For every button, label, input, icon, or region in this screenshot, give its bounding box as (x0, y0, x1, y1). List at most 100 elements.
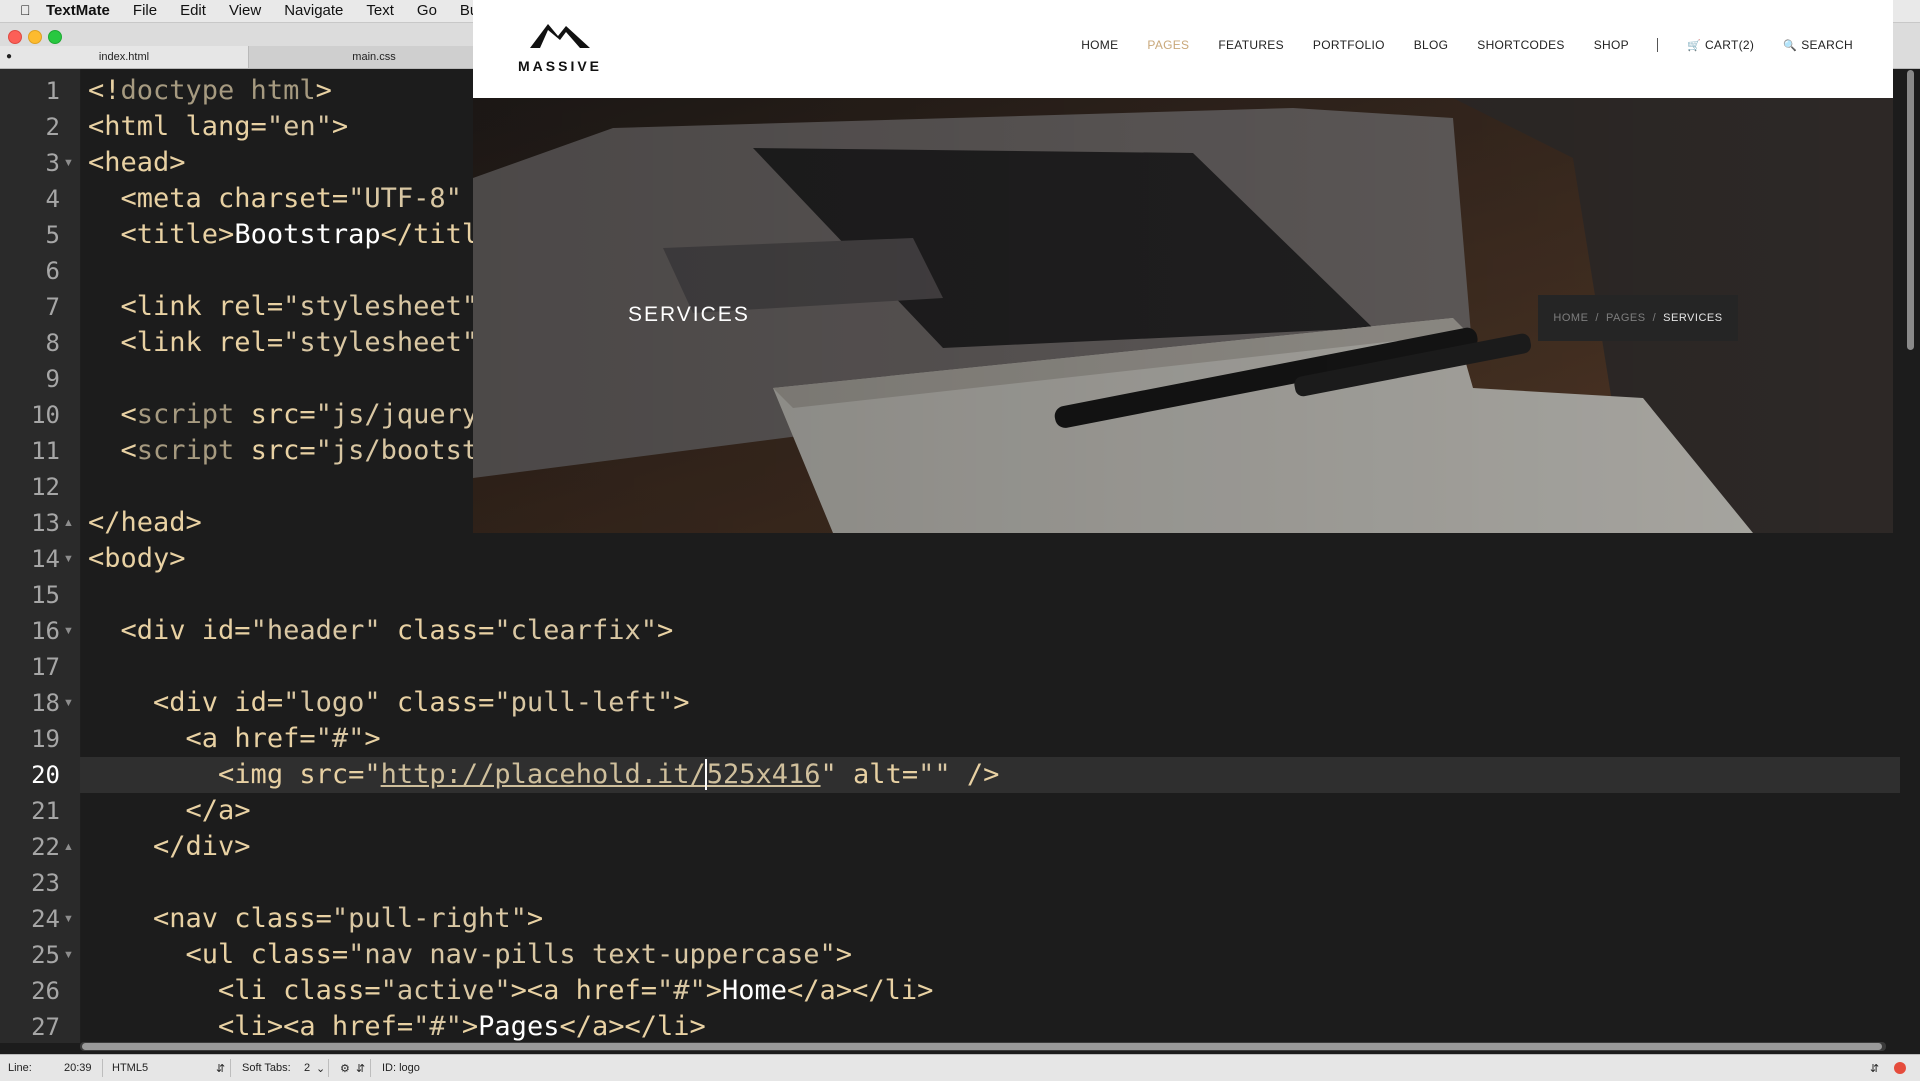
nav-home[interactable]: HOME (1081, 38, 1118, 52)
code-line[interactable]: <ul class="nav nav-pills text-uppercase"… (88, 937, 1900, 973)
line-number[interactable]: 1 (0, 73, 60, 109)
breadcrumb-pages[interactable]: PAGES (1606, 312, 1646, 324)
line-number[interactable]: 23 (0, 865, 60, 901)
line-number[interactable]: 15 (0, 577, 60, 613)
code-line[interactable]: <nav class="pull-right"> (88, 901, 1900, 937)
line-number[interactable]: 25 (0, 937, 60, 973)
menu-file[interactable]: File (133, 2, 157, 19)
menu-navigate[interactable]: Navigate (284, 2, 343, 19)
zoom-window-button[interactable] (48, 30, 62, 44)
fold-toggle-icon[interactable]: ▼ (63, 157, 74, 169)
fold-toggle-icon[interactable]: ▲ (63, 517, 74, 529)
line-number[interactable]: 13 (0, 505, 60, 541)
code-line[interactable]: <div id="logo" class="pull-left"> (88, 685, 1900, 721)
code-line[interactable]: </div> (88, 829, 1900, 865)
menu-textmate[interactable]: TextMate (46, 2, 110, 19)
code-line[interactable]: <body> (88, 541, 1900, 577)
line-number[interactable]: 2 (0, 109, 60, 145)
language-selector[interactable]: HTML5 (112, 1062, 148, 1074)
nav-cart[interactable]: 🛒 CART(2) (1687, 38, 1754, 52)
horizontal-scroll-thumb[interactable] (82, 1043, 1882, 1050)
horizontal-scrollbar[interactable] (80, 1042, 1886, 1051)
vertical-scrollbar[interactable] (1906, 70, 1915, 1040)
code-line[interactable]: <img src="http://placehold.it/525x416" a… (88, 757, 1900, 793)
menu-edit[interactable]: Edit (180, 2, 206, 19)
chevron-updown-icon[interactable]: ⇵ (356, 1062, 365, 1075)
page-title: SERVICES (628, 303, 750, 326)
tab-label: index.html (98, 51, 150, 63)
menu-items: TextMate File Edit View Navigate Text Go… (46, 2, 530, 19)
fold-toggle-icon[interactable]: ▲ (63, 841, 74, 853)
nav-search[interactable]: 🔍 SEARCH (1783, 38, 1853, 52)
line-number[interactable]: 17 (0, 649, 60, 685)
nav-shortcodes[interactable]: SHORTCODES (1477, 38, 1564, 52)
line-number[interactable]: 19 (0, 721, 60, 757)
line-number[interactable]: 10 (0, 397, 60, 433)
line-number[interactable]: 26 (0, 973, 60, 1009)
code-line[interactable]: <a href="#"> (88, 721, 1900, 757)
line-number[interactable]: 5 (0, 217, 60, 253)
chevron-updown-icon[interactable]: ⇵ (1870, 1062, 1879, 1075)
line-column-value[interactable]: 20:39 (64, 1062, 92, 1074)
menu-text[interactable]: Text (366, 2, 394, 19)
breadcrumb-separator: / (1595, 312, 1599, 324)
minimize-window-button[interactable] (28, 30, 42, 44)
code-line[interactable]: </a> (88, 793, 1900, 829)
fold-toggle-icon[interactable]: ▼ (63, 949, 74, 961)
nav-shop[interactable]: SHOP (1594, 38, 1629, 52)
line-number[interactable]: 14 (0, 541, 60, 577)
nav-features[interactable]: FEATURES (1218, 38, 1284, 52)
tab-size-selector[interactable]: 2 (304, 1062, 310, 1074)
breadcrumb-current: SERVICES (1663, 312, 1723, 324)
fold-toggle-icon[interactable]: ▼ (63, 553, 74, 565)
tab-main-css[interactable]: main.css (249, 46, 500, 68)
nav-portfolio[interactable]: PORTFOLIO (1313, 38, 1385, 52)
line-number[interactable]: 12 (0, 469, 60, 505)
code-line[interactable] (88, 649, 1900, 685)
line-number[interactable]: 18 (0, 685, 60, 721)
search-label: SEARCH (1801, 38, 1853, 52)
code-line[interactable]: <li><a href="#">Pages</a></li> (88, 1009, 1900, 1043)
line-number[interactable]: 11 (0, 433, 60, 469)
line-number[interactable]: 3 (0, 145, 60, 181)
symbol-selector[interactable]: ID: logo (382, 1062, 420, 1074)
line-number[interactable]: 22 (0, 829, 60, 865)
menu-go[interactable]: Go (417, 2, 437, 19)
line-number[interactable]: 8 (0, 325, 60, 361)
nav-blog[interactable]: BLOG (1414, 38, 1449, 52)
line-number[interactable]: 21 (0, 793, 60, 829)
apple-icon[interactable]:  (20, 2, 31, 18)
status-divider (370, 1059, 371, 1077)
line-number[interactable]: 20 (0, 757, 60, 793)
cart-icon: 🛒 (1686, 40, 1701, 52)
code-line[interactable]: <div id="header" class="clearfix"> (88, 613, 1900, 649)
tab-index-html[interactable]: ● index.html (0, 46, 249, 68)
menu-view[interactable]: View (229, 2, 261, 19)
code-line[interactable] (88, 865, 1900, 901)
fold-toggle-icon[interactable]: ▼ (63, 913, 74, 925)
line-number-gutter[interactable]: 1 2 3 ▼ 4 5 6 7 8 9 10 11 12 13 ▲ 14 ▼ 15 16 ▼ 17 18 ▼ 19 20 21 22… (0, 69, 81, 1043)
line-number[interactable]: 9 (0, 361, 60, 397)
line-number[interactable]: 4 (0, 181, 60, 217)
logo-text[interactable]: MASSIVE (518, 58, 602, 74)
fold-toggle-icon[interactable]: ▼ (63, 625, 74, 637)
close-window-button[interactable] (8, 30, 22, 44)
hero-banner: SERVICES HOME / PAGES / SERVICES (473, 98, 1893, 533)
mountain-logo-icon[interactable] (530, 20, 590, 52)
line-number[interactable]: 24 (0, 901, 60, 937)
vertical-scroll-thumb[interactable] (1907, 70, 1914, 350)
line-number[interactable]: 6 (0, 253, 60, 289)
line-number[interactable]: 7 (0, 289, 60, 325)
gear-icon[interactable]: ⚙ (340, 1062, 350, 1075)
chevron-updown-icon[interactable]: ⇵ (216, 1062, 225, 1075)
code-line[interactable] (88, 577, 1900, 613)
browser-preview: MASSIVE HOME PAGES FEATURES PORTFOLIO BL… (473, 0, 1893, 533)
line-number[interactable]: 27 (0, 1009, 60, 1045)
line-number[interactable]: 16 (0, 613, 60, 649)
fold-toggle-icon[interactable]: ▼ (63, 697, 74, 709)
nav-pages[interactable]: PAGES (1147, 38, 1189, 52)
breadcrumb-home[interactable]: HOME (1553, 312, 1588, 324)
chevron-down-icon[interactable]: ⌄ (316, 1062, 325, 1075)
macro-record-button[interactable] (1894, 1062, 1906, 1074)
code-line[interactable]: <li class="active"><a href="#">Home</a><… (88, 973, 1900, 1009)
